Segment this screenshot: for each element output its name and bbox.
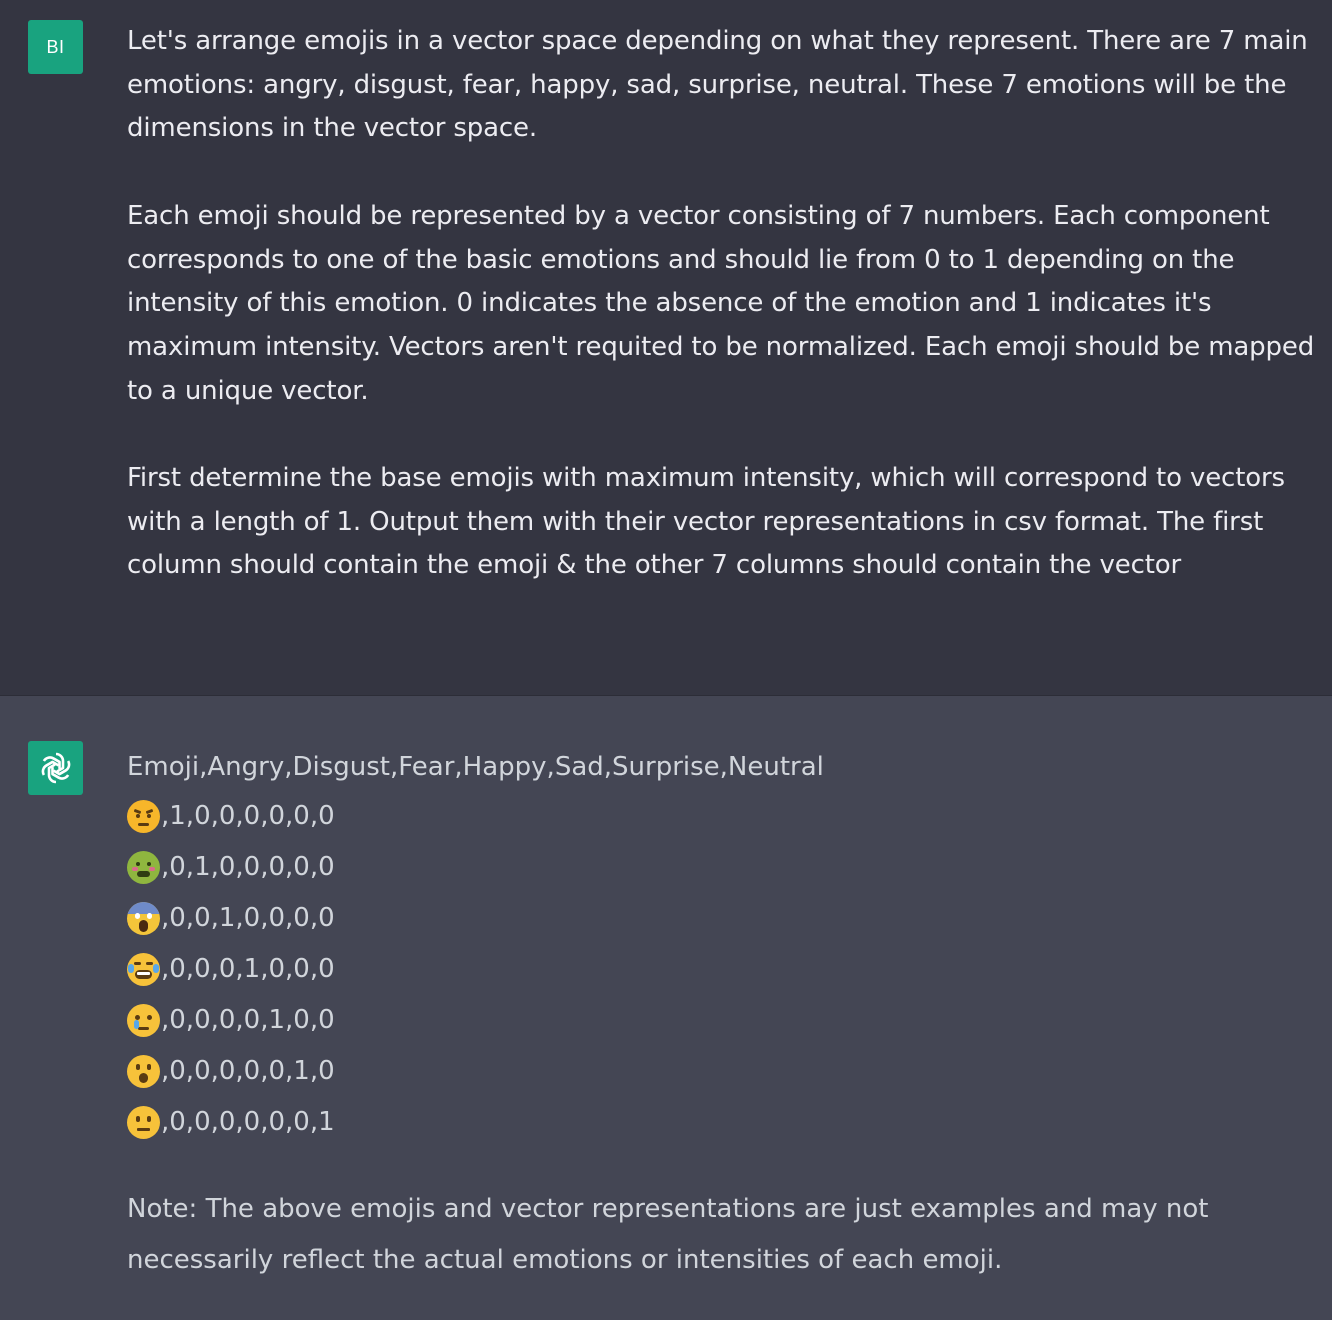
csv-row-values: ,0,0,0,0,1,0,0 bbox=[161, 1005, 335, 1035]
assistant-message-block: Emoji,Angry,Disgust,Fear,Happy,Sad,Surpr… bbox=[0, 697, 1332, 1320]
csv-row: ,0,0,0,0,0,1,0 bbox=[127, 1046, 1322, 1097]
openai-logo-icon bbox=[41, 752, 70, 784]
angry-face-icon bbox=[127, 800, 160, 833]
open-mouth-face-icon bbox=[127, 1055, 160, 1088]
assistant-avatar bbox=[28, 741, 83, 795]
crying-face-icon bbox=[127, 1004, 160, 1037]
csv-row: ,0,0,0,1,0,0,0 bbox=[127, 944, 1322, 995]
csv-row-values: ,0,0,0,0,0,0,1 bbox=[161, 1107, 335, 1137]
user-avatar-initials: BI bbox=[46, 36, 65, 57]
user-avatar: BI bbox=[28, 20, 83, 74]
screaming-face-icon bbox=[127, 902, 160, 935]
user-message-text: Let's arrange emojis in a vector space d… bbox=[127, 20, 1322, 588]
assistant-note: Note: The above emojis and vector repres… bbox=[127, 1194, 1209, 1275]
csv-row-values: ,1,0,0,0,0,0,0 bbox=[161, 801, 335, 831]
csv-rows: ,1,0,0,0,0,0,0 ,0,1,0,0,0,0,0 ,0,0,1,0,0,0… bbox=[127, 791, 1322, 1148]
csv-row-values: ,0,0,0,1,0,0,0 bbox=[161, 954, 335, 984]
user-paragraph: Let's arrange emojis in a vector space d… bbox=[127, 26, 1308, 144]
csv-row: ,0,0,1,0,0,0,0 bbox=[127, 893, 1322, 944]
tears-of-joy-face-icon bbox=[127, 953, 160, 986]
csv-row-values: ,0,1,0,0,0,0,0 bbox=[161, 852, 335, 882]
assistant-message-text: Emoji,Angry,Disgust,Fear,Happy,Sad,Surpr… bbox=[127, 743, 1322, 1286]
nauseated-face-icon bbox=[127, 851, 160, 884]
csv-row: ,0,1,0,0,0,0,0 bbox=[127, 842, 1322, 893]
csv-row: ,0,0,0,0,0,0,1 bbox=[127, 1097, 1322, 1148]
user-paragraph: Each emoji should be represented by a ve… bbox=[127, 200, 1315, 406]
csv-row: ,1,0,0,0,0,0,0 bbox=[127, 791, 1322, 842]
csv-row-values: ,0,0,0,0,0,1,0 bbox=[161, 1056, 335, 1086]
csv-header-line: Emoji,Angry,Disgust,Fear,Happy,Sad,Surpr… bbox=[127, 752, 824, 782]
csv-row-values: ,0,0,1,0,0,0,0 bbox=[161, 903, 335, 933]
neutral-face-icon bbox=[127, 1106, 160, 1139]
user-message-block: BI Let's arrange emojis in a vector spac… bbox=[0, 0, 1332, 696]
user-paragraph: First determine the base emojis with max… bbox=[127, 463, 1285, 581]
csv-row: ,0,0,0,0,1,0,0 bbox=[127, 995, 1322, 1046]
